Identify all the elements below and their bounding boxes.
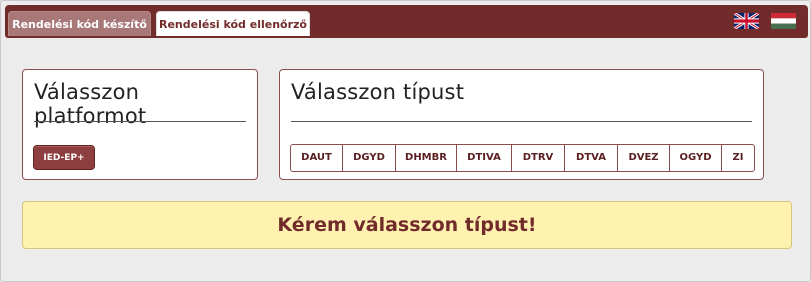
hungary-flag-icon[interactable] [771,13,796,29]
type-button-daut[interactable]: DAUT [291,145,343,171]
platform-panel: Válasszon platformot IED-EP+ [22,69,258,180]
type-button-dtiva[interactable]: DTIVA [457,145,512,171]
type-button-dgyd[interactable]: DGYD [343,145,396,171]
type-panel: Válasszon típust DAUT DGYD DHMBR DTIVA D… [279,69,764,180]
divider [291,121,752,122]
type-button-dhmbr[interactable]: DHMBR [396,145,457,171]
tab-code-builder[interactable]: Rendelési kód készítő [8,11,151,36]
tab-code-checker[interactable]: Rendelési kód ellenőrző [156,11,310,36]
type-button-dtva[interactable]: DTVA [565,145,618,171]
type-button-dvez[interactable]: DVEZ [618,145,670,171]
divider [34,121,246,122]
type-button-group: DAUT DGYD DHMBR DTIVA DTRV DTVA DVEZ OGY… [290,144,755,172]
notice-banner: Kérem válasszon típust! [22,201,792,249]
type-button-ogyd[interactable]: OGYD [670,145,722,171]
type-button-zi[interactable]: ZI [722,145,754,171]
uk-flag-icon[interactable] [734,13,759,29]
app-frame: Rendelési kód készítő Rendelési kód elle… [0,0,811,282]
platform-button-ied-ep[interactable]: IED-EP+ [33,145,95,170]
type-button-dtrv[interactable]: DTRV [512,145,565,171]
type-panel-title: Válasszon típust [291,80,465,104]
top-nav-bar: Rendelési kód készítő Rendelési kód elle… [5,5,808,38]
